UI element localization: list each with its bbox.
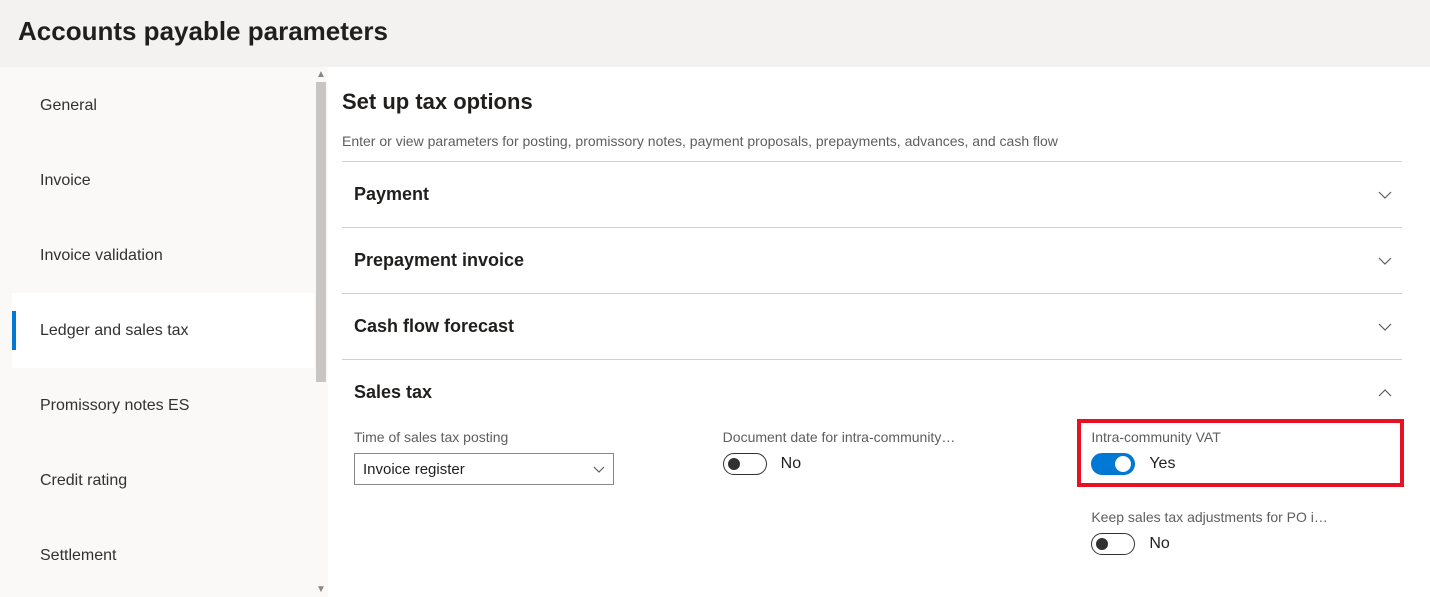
toggle-knob — [1115, 456, 1131, 472]
toggle-value: Yes — [1149, 455, 1175, 473]
sidebar-item-label: Invoice — [40, 172, 91, 190]
sidebar-nav: General Invoice Invoice validation Ledge… — [12, 68, 314, 597]
sidebar-item-label: Settlement — [40, 547, 116, 565]
document-date-toggle[interactable] — [723, 453, 767, 475]
accordion-prepayment-invoice: Prepayment invoice — [342, 228, 1402, 294]
scroll-thumb[interactable] — [316, 82, 326, 382]
page-title: Accounts payable parameters — [18, 16, 1412, 47]
body-row: General Invoice Invoice validation Ledge… — [0, 67, 1430, 597]
field-column-right: Intra-community VAT Yes Keep sales tax a… — [1091, 429, 1390, 555]
chevron-down-icon — [1378, 320, 1392, 334]
select-value: Invoice register — [363, 461, 465, 478]
field-label: Time of sales tax posting — [354, 429, 614, 445]
sidebar-item-credit-rating[interactable]: Credit rating — [12, 443, 314, 518]
field-label: Keep sales tax adjustments for PO i… — [1091, 509, 1351, 525]
accordion-sales-tax: Sales tax Time of sales tax posting Invo… — [342, 360, 1402, 573]
sidebar-item-ledger-sales-tax[interactable]: Ledger and sales tax — [12, 293, 314, 368]
field-keep-adjustments: Keep sales tax adjustments for PO i… No — [1091, 509, 1390, 555]
chevron-down-icon — [593, 463, 605, 475]
sidebar-item-settlement[interactable]: Settlement — [12, 518, 314, 593]
toggle-value: No — [781, 455, 801, 473]
section-title: Set up tax options — [342, 89, 1402, 115]
scroll-up-icon[interactable]: ▲ — [314, 68, 328, 82]
sidebar-item-label: Ledger and sales tax — [40, 322, 189, 340]
main-content: Set up tax options Enter or view paramet… — [328, 67, 1430, 597]
sales-tax-content: Time of sales tax posting Invoice regist… — [342, 425, 1402, 573]
accordion-payment: Payment — [342, 162, 1402, 228]
keep-adjustments-toggle[interactable] — [1091, 533, 1135, 555]
sidebar-gutter — [0, 68, 12, 597]
accordion-list: Payment Prepayment invoice Cash flow for… — [342, 161, 1402, 573]
sidebar-scrollbar[interactable]: ▲ ▼ — [314, 68, 328, 597]
header-bar: Accounts payable parameters — [0, 0, 1430, 67]
sidebar-wrap: General Invoice Invoice validation Ledge… — [0, 67, 328, 597]
accordion-label: Cash flow forecast — [354, 316, 514, 337]
accordion-header-prepayment[interactable]: Prepayment invoice — [342, 228, 1402, 293]
sidebar-item-label: Promissory notes ES — [40, 397, 189, 415]
accordion-label: Sales tax — [354, 382, 432, 403]
sidebar-item-invoice-validation[interactable]: Invoice validation — [12, 218, 314, 293]
accordion-header-payment[interactable]: Payment — [342, 162, 1402, 227]
accordion-label: Payment — [354, 184, 429, 205]
accordion-label: Prepayment invoice — [354, 250, 524, 271]
field-label: Document date for intra-community… — [723, 429, 983, 445]
chevron-down-icon — [1378, 188, 1392, 202]
time-of-posting-select[interactable]: Invoice register — [354, 453, 614, 485]
sidebar-item-promissory-notes[interactable]: Promissory notes ES — [12, 368, 314, 443]
accordion-header-sales-tax[interactable]: Sales tax — [342, 360, 1402, 425]
accordion-header-cashflow[interactable]: Cash flow forecast — [342, 294, 1402, 359]
field-label: Intra-community VAT — [1091, 429, 1351, 445]
accordion-cash-flow: Cash flow forecast — [342, 294, 1402, 360]
intra-vat-highlight: Intra-community VAT Yes — [1077, 419, 1404, 487]
sidebar-item-invoice[interactable]: Invoice — [12, 143, 314, 218]
scroll-down-icon[interactable]: ▼ — [314, 583, 328, 597]
toggle-knob — [1096, 538, 1108, 550]
field-time-of-posting: Time of sales tax posting Invoice regist… — [354, 429, 653, 555]
sidebar-item-general[interactable]: General — [12, 68, 314, 143]
chevron-up-icon — [1378, 386, 1392, 400]
toggle-value: No — [1149, 535, 1169, 553]
intra-vat-toggle[interactable] — [1091, 453, 1135, 475]
section-description: Enter or view parameters for posting, pr… — [342, 133, 1402, 149]
sidebar-item-label: Invoice validation — [40, 247, 163, 265]
field-document-date: Document date for intra-community… No — [723, 429, 1022, 555]
toggle-knob — [728, 458, 740, 470]
sidebar-item-label: Credit rating — [40, 472, 127, 490]
sidebar-item-label: General — [40, 97, 97, 115]
chevron-down-icon — [1378, 254, 1392, 268]
